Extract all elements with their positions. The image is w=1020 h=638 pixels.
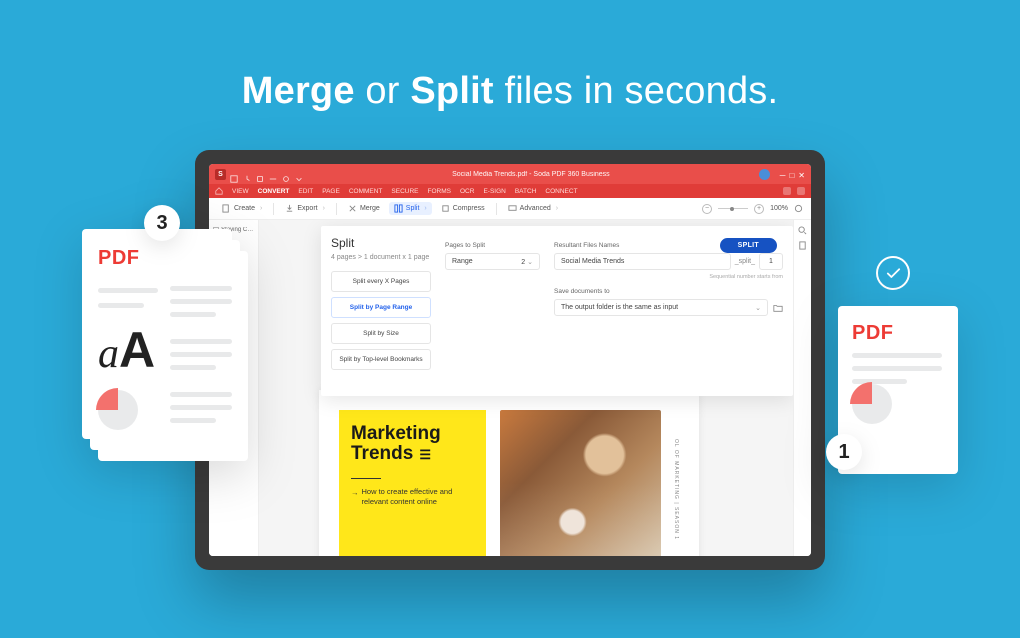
zoom-in-button[interactable]: + xyxy=(754,204,764,214)
app-logo: S xyxy=(215,169,226,180)
qa-icon[interactable] xyxy=(269,170,277,178)
save-folder-select[interactable]: The output folder is the same as input⌄ xyxy=(554,299,768,316)
split-panel: Split 4 pages > 1 document x 1 page Spli… xyxy=(321,226,793,396)
ribbon-settings-icon[interactable] xyxy=(797,187,805,195)
workspace: Staying Conne MarketingTrends☰ →How to c… xyxy=(209,220,811,556)
laptop-frame: S Social Media Trends.pdf - Soda PDF 360… xyxy=(195,150,825,570)
typography-icon: aA xyxy=(98,330,158,372)
ribbon-tab-comment[interactable]: COMMENT xyxy=(349,188,383,195)
qa-icon-chevron[interactable] xyxy=(295,170,303,178)
result-name-input[interactable]: Social Media Trends xyxy=(554,253,731,270)
pdf-stack-right: PDF 1 xyxy=(838,306,958,474)
close-icon: ✕ xyxy=(798,171,805,180)
pdf-label: PDF xyxy=(852,322,944,345)
chevron-down-icon: ⌄ xyxy=(755,304,761,312)
count-badge: 3 xyxy=(144,205,180,241)
count-badge: 1 xyxy=(826,434,862,470)
split-opt-bookmarks[interactable]: Split by Top-level Bookmarks xyxy=(331,349,431,370)
home-icon[interactable] xyxy=(215,187,223,195)
merge-icon xyxy=(348,204,357,213)
zoom-slider[interactable] xyxy=(718,208,748,209)
zoom-value: 100% xyxy=(770,205,788,212)
pie-chart-icon xyxy=(852,384,892,424)
qa-icon[interactable] xyxy=(282,170,290,178)
ribbon-tab-edit[interactable]: EDIT xyxy=(298,188,313,195)
headline: Merge or Split files in seconds. xyxy=(0,0,1020,113)
ribbon-tab-view[interactable]: VIEW xyxy=(232,188,249,195)
app-screen: S Social Media Trends.pdf - Soda PDF 360… xyxy=(209,164,811,556)
quick-access-icons[interactable] xyxy=(230,170,303,178)
split-opt-page-range[interactable]: Split by Page Range xyxy=(331,297,431,318)
ribbon-tab-page[interactable]: PAGE xyxy=(322,188,340,195)
qa-icon[interactable] xyxy=(230,170,238,178)
seq-input[interactable]: 1 xyxy=(759,253,783,270)
user-avatar[interactable] xyxy=(759,169,770,180)
zoom-out-button[interactable]: − xyxy=(702,204,712,214)
chevron-down-icon: ⌄ xyxy=(527,259,533,266)
save-to-label: Save documents to xyxy=(554,288,783,295)
checkmark-icon xyxy=(876,256,910,290)
ribbon-tab-connect[interactable]: CONNECT xyxy=(545,188,577,195)
search-icon[interactable] xyxy=(798,226,807,235)
main-area: MarketingTrends☰ →How to create effectiv… xyxy=(259,220,793,556)
ribbon-tab-secure[interactable]: SECURE xyxy=(391,188,418,195)
doc-subtitle: →How to create effective and relevant co… xyxy=(351,487,474,508)
doc-photo xyxy=(500,410,661,556)
qa-icon[interactable] xyxy=(243,170,251,178)
ribbon-help-icon[interactable] xyxy=(783,187,791,195)
window-titlebar: S Social Media Trends.pdf - Soda PDF 360… xyxy=(209,164,811,184)
right-sidebar-icons xyxy=(793,220,811,556)
advanced-icon xyxy=(508,204,517,213)
zoom-fit-icon[interactable] xyxy=(794,204,803,213)
tool-export[interactable]: Export› xyxy=(280,202,330,215)
doc-sidebar-text: OL OF MARKETING | SEASON 1 xyxy=(669,410,679,556)
tool-split[interactable]: Split› xyxy=(389,202,432,215)
document-page[interactable]: MarketingTrends☰ →How to create effectiv… xyxy=(319,390,699,556)
create-icon xyxy=(222,204,231,213)
ribbon-tab-batch[interactable]: BATCH xyxy=(515,188,537,195)
pdf-sheet: PDF aA xyxy=(82,229,232,439)
minimize-icon: ─ xyxy=(780,171,786,180)
split-title: Split xyxy=(331,236,431,250)
window-title: Social Media Trends.pdf - Soda PDF 360 B… xyxy=(307,171,755,178)
split-icon xyxy=(394,204,403,213)
split-opt-every-x[interactable]: Split every X Pages xyxy=(331,271,431,292)
tool-advanced[interactable]: Advanced› xyxy=(503,202,563,215)
tool-create[interactable]: Create› xyxy=(217,202,267,215)
divider xyxy=(351,478,381,479)
pie-chart-icon xyxy=(98,390,138,430)
maximize-icon: □ xyxy=(789,171,794,180)
range-select-label: Range xyxy=(452,258,473,265)
zoom-controls[interactable]: − + 100% xyxy=(702,204,803,214)
qa-icon[interactable] xyxy=(256,170,264,178)
compress-icon xyxy=(441,204,450,213)
doc-yellow-panel: MarketingTrends☰ →How to create effectiv… xyxy=(339,410,486,556)
menu-icon: ☰ xyxy=(419,448,431,462)
pdf-label: PDF xyxy=(98,247,216,270)
tool-merge[interactable]: Merge xyxy=(343,202,385,215)
ribbon-tab-ocr[interactable]: OCR xyxy=(460,188,474,195)
browse-folder-button[interactable] xyxy=(772,302,783,313)
split-opt-size[interactable]: Split by Size xyxy=(331,323,431,344)
ribbon-tab-esign[interactable]: E-SIGN xyxy=(483,188,505,195)
ribbon-tab-convert[interactable]: CONVERT xyxy=(258,188,290,195)
split-subtitle: 4 pages > 1 document x 1 page xyxy=(331,254,431,261)
convert-toolbar: Create› Export› Merge Split› Compress Ad… xyxy=(209,198,811,220)
ribbon-tabs: VIEW CONVERT EDIT PAGE COMMENT SECURE FO… xyxy=(209,184,811,198)
range-select[interactable]: Range 2 ⌄ xyxy=(445,253,540,270)
suffix-label: _split_ xyxy=(735,258,755,265)
doc-heading: MarketingTrends☰ xyxy=(351,424,474,464)
ribbon-tab-forms[interactable]: FORMS xyxy=(428,188,451,195)
window-controls[interactable]: ─□ ✕ xyxy=(776,165,805,183)
pages-to-split-label: Pages to Split xyxy=(445,242,540,249)
tool-compress[interactable]: Compress xyxy=(436,202,490,215)
bookmark-icon[interactable] xyxy=(798,241,807,250)
split-button[interactable]: SPLIT xyxy=(720,238,777,253)
seq-note: Sequential number starts from xyxy=(554,274,783,280)
export-icon xyxy=(285,204,294,213)
